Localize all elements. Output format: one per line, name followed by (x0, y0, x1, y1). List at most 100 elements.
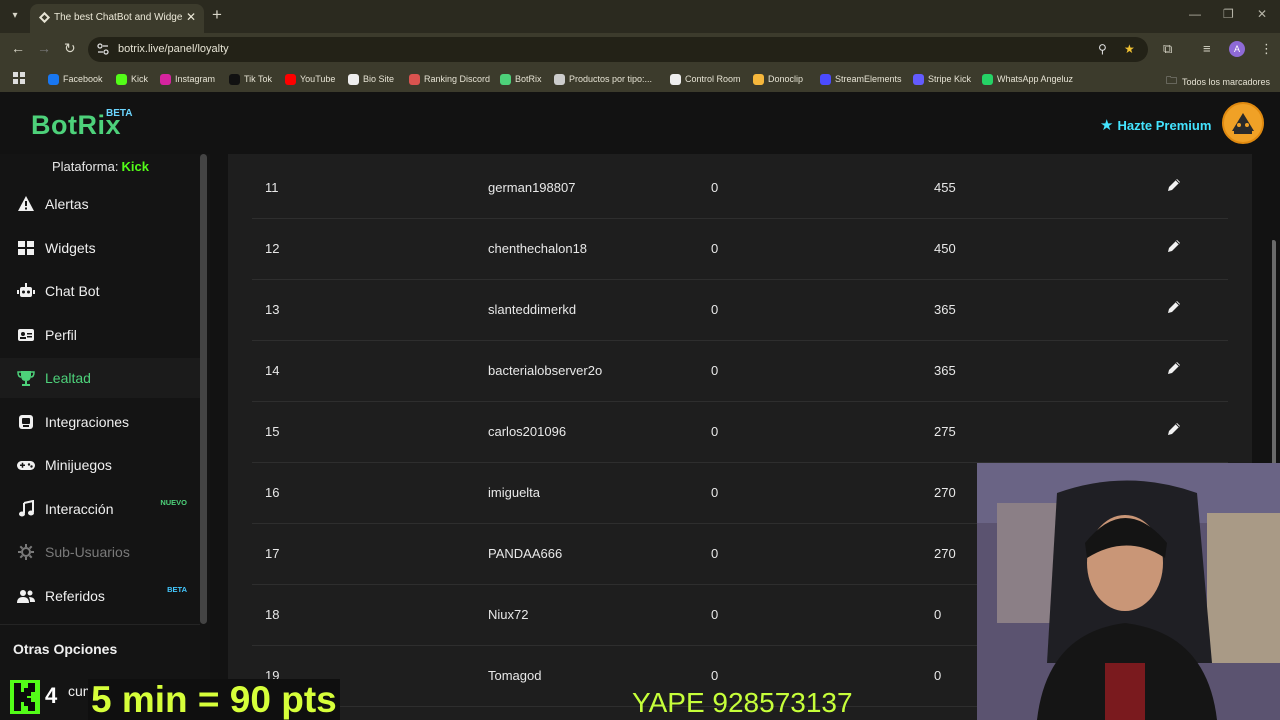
bookmark-item[interactable]: YouTube (285, 72, 335, 86)
sidebar-scrollbar[interactable] (200, 154, 207, 624)
address-bar[interactable]: botrix.live/panel/loyalty ⚲ ★ (88, 37, 1148, 62)
table-row: 11 german198807 0 455 (252, 158, 1228, 219)
sidebar-item-label: Lealtad (45, 370, 91, 386)
bookmark-label: Ranking Discord (424, 74, 491, 84)
cell-points: 450 (934, 241, 956, 256)
biosite-icon (348, 73, 359, 85)
nav-badge: NUEVO (160, 498, 187, 507)
cell-rank: 16 (265, 485, 280, 500)
trophy-icon (17, 369, 35, 387)
sidebar-item-widgets[interactable]: Widgets (0, 228, 200, 268)
sidebar-item-minijuegos[interactable]: Minijuegos (0, 445, 200, 485)
sidebar-item-label: Minijuegos (45, 457, 112, 473)
streamelements-icon (820, 73, 831, 85)
yape-banner: YAPE 928573137 (632, 687, 853, 718)
bookmark-label: YouTube (300, 74, 336, 84)
cell-user: Niux72 (488, 607, 529, 622)
close-window-button[interactable]: ✕ (1257, 7, 1267, 21)
minimize-button[interactable]: — (1189, 7, 1201, 21)
sidebar-item-integraciones[interactable]: Integraciones (0, 402, 200, 442)
donoclip-icon (753, 73, 764, 85)
bookmark-item[interactable]: Donoclip (753, 72, 803, 86)
all-bookmarks-label: Todos los marcadores (1182, 76, 1271, 87)
bookmark-label: Stripe Kick (928, 74, 972, 84)
cell-col3: 0 (711, 668, 719, 683)
bookmarks-bar: Facebook Kick Instagram Tik Tok YouTube Bio S… (0, 66, 1280, 92)
edit-icon[interactable] (1166, 299, 1182, 315)
tiktok-icon (229, 73, 240, 85)
cell-user: german198807 (488, 180, 576, 195)
sidebar-item-label: Interacción (45, 501, 114, 517)
user-avatar[interactable] (1222, 102, 1264, 144)
sidebar-item-sub-usuarios[interactable]: Sub-Usuarios (0, 532, 200, 572)
sidebar-item-chat-bot[interactable]: Chat Bot (0, 271, 200, 311)
edit-icon[interactable] (1166, 421, 1182, 437)
table-row: 13 slanteddimerkd 0 365 (252, 280, 1228, 341)
cell-rank: 13 (265, 302, 280, 317)
sidebar-item-perfil[interactable]: Perfil (0, 315, 200, 355)
apps-grid-icon[interactable] (13, 72, 25, 84)
premium-button[interactable]: ★ Hazte Premium (1100, 116, 1211, 134)
control-room-icon (670, 73, 681, 85)
bookmark-item[interactable]: WhatsApp Angeluz (982, 72, 1073, 86)
bookmark-item[interactable]: Facebook (48, 72, 103, 86)
extensions-icon[interactable]: ⧉ (1163, 41, 1172, 57)
cell-col3: 0 (711, 485, 719, 500)
bookmark-label: Control Room (685, 74, 741, 84)
bookmark-item[interactable]: BotRix (500, 72, 542, 86)
cell-points: 365 (934, 302, 956, 317)
bookmark-item[interactable]: Instagram (160, 72, 215, 86)
profile-avatar[interactable]: A (1229, 41, 1245, 57)
table-row: 15 carlos201096 0 275 (252, 402, 1228, 463)
cell-col3: 0 (711, 546, 719, 561)
gamepad-icon (17, 456, 35, 474)
bookmark-item[interactable]: Tik Tok (229, 72, 272, 86)
all-bookmarks-button[interactable]: 🗀 Todos los marcadores (1166, 72, 1270, 91)
bookmark-item[interactable]: StreamElements (820, 72, 902, 86)
cell-user: PANDAA666 (488, 546, 563, 561)
restore-button[interactable]: ❐ (1223, 7, 1234, 21)
reload-button[interactable]: ↻ (64, 40, 76, 57)
cell-col3: 0 (711, 363, 719, 378)
sidebar-item-interacci-n[interactable]: Interacción NUEVO (0, 489, 200, 529)
cell-points: 365 (934, 363, 956, 378)
sidebar-item-alertas[interactable]: Alertas (0, 184, 200, 224)
bookmark-item[interactable]: Kick (116, 72, 148, 86)
kick-icon (116, 73, 127, 85)
youtube-icon (285, 73, 296, 85)
bookmark-item[interactable]: Ranking Discord (409, 72, 490, 86)
tab-title: The best ChatBot and Widgets (54, 12, 182, 23)
bookmark-star-icon[interactable]: ★ (1124, 42, 1135, 56)
bookmark-item[interactable]: Stripe Kick (913, 72, 971, 86)
sub-users-icon (17, 543, 35, 561)
edit-icon[interactable] (1166, 238, 1182, 254)
zoom-icon[interactable]: ⚲ (1098, 42, 1107, 56)
integrations-icon (17, 413, 35, 431)
logo-beta-badge: BETA (106, 108, 133, 119)
tab-search-button[interactable]: ▾ (6, 7, 24, 25)
bookmark-label: Productos por tipo:... (569, 74, 653, 84)
bookmark-item[interactable]: Productos por tipo:... (554, 72, 652, 86)
forward-button[interactable]: → (37, 40, 51, 56)
instagram-icon (160, 73, 171, 85)
site-info-icon[interactable] (96, 42, 110, 56)
bookmark-label: StreamElements (835, 74, 902, 84)
platform-label: Plataforma: (52, 159, 119, 174)
bookmark-item[interactable]: Control Room (670, 72, 741, 86)
users-icon (17, 587, 35, 605)
bookmark-item[interactable]: Bio Site (348, 72, 394, 86)
tab-close-icon[interactable]: ✕ (186, 10, 196, 24)
sidebar-item-referidos[interactable]: Referidos BETA (0, 576, 200, 616)
edit-icon[interactable] (1166, 177, 1182, 193)
back-button[interactable]: ← (11, 40, 25, 56)
media-controls-icon[interactable]: ≡ (1203, 41, 1211, 56)
browser-menu-icon[interactable]: ⋮ (1260, 41, 1273, 57)
bookmark-label: BotRix (515, 74, 542, 84)
browser-tab[interactable]: The best ChatBot and Widgets ✕ (30, 4, 204, 33)
new-tab-button[interactable]: + (212, 5, 222, 25)
sidebar-item-lealtad[interactable]: Lealtad (0, 358, 200, 398)
cell-points: 275 (934, 424, 956, 439)
cell-user: carlos201096 (488, 424, 567, 439)
bookmark-label: WhatsApp Angeluz (997, 74, 1074, 84)
edit-icon[interactable] (1166, 360, 1182, 376)
